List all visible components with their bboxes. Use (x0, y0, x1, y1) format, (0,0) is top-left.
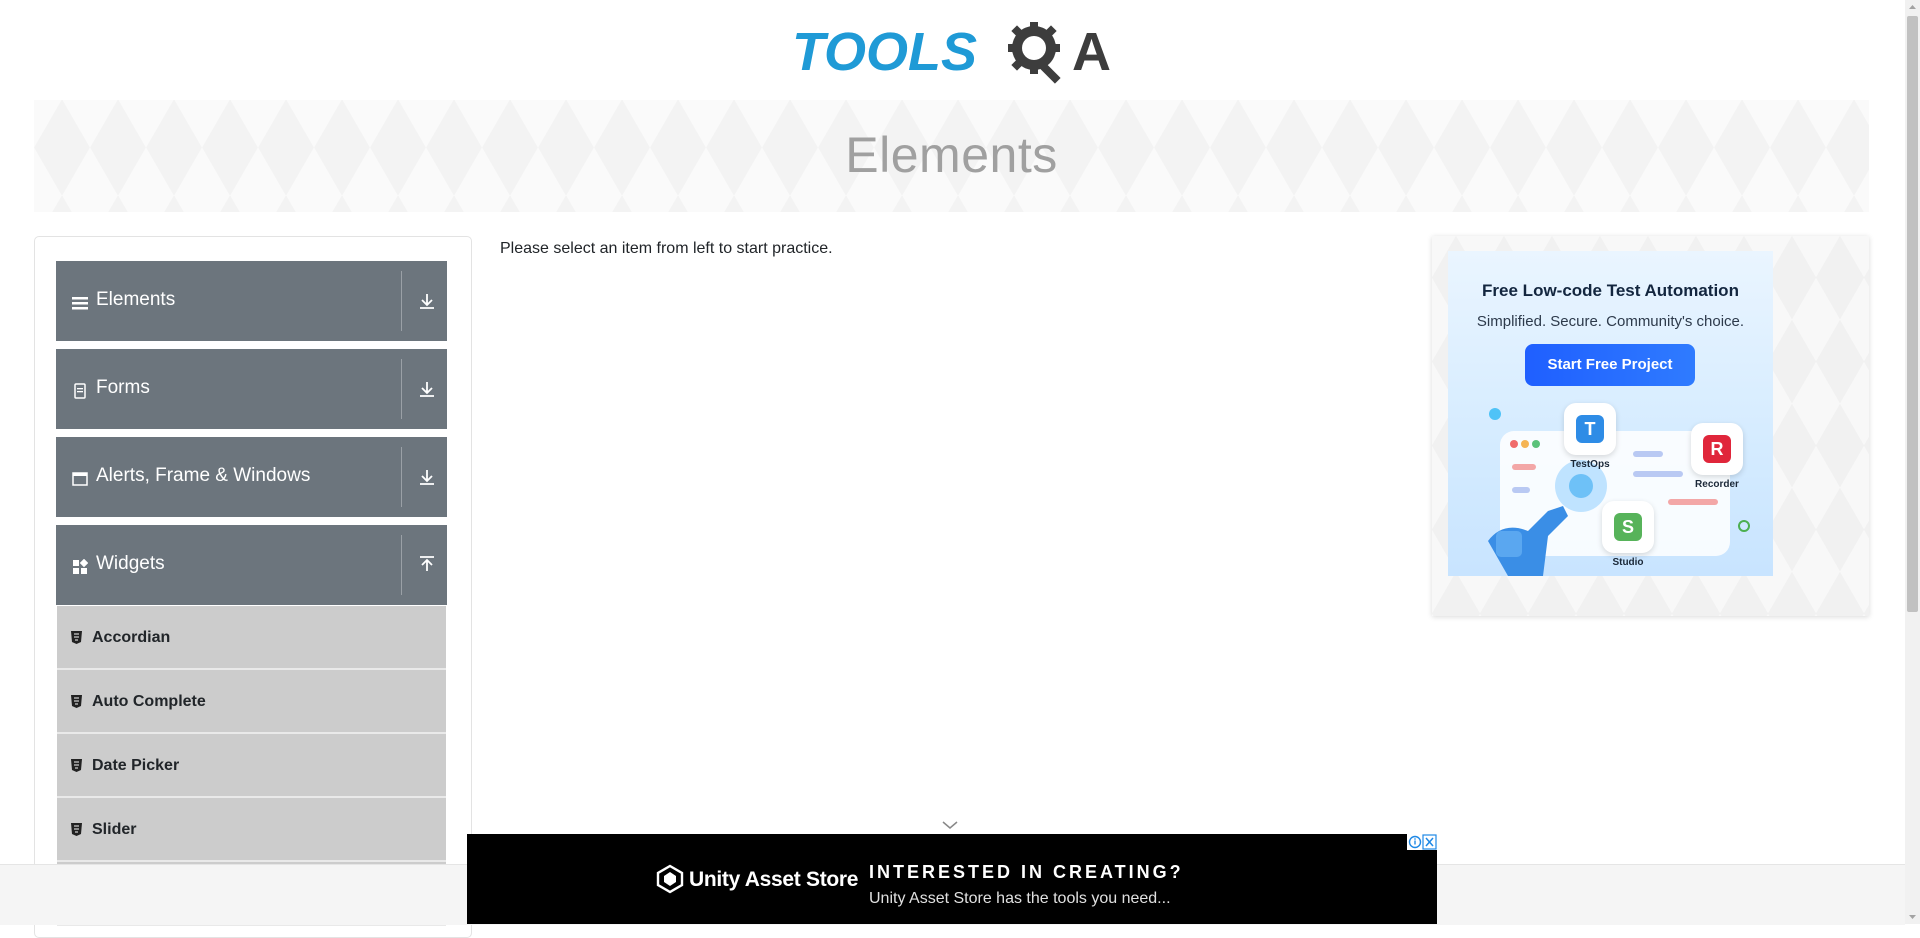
sidebar-group-alerts[interactable]: Alerts, Frame & Windows (56, 437, 447, 517)
divider (401, 359, 402, 419)
bottom-ad-banner[interactable]: Unity Asset Store INTERESTED IN CREATING… (467, 834, 1437, 924)
ad-app-recorder: R Recorder (1691, 423, 1743, 490)
sidebar-group-elements[interactable]: Elements (56, 261, 447, 341)
sidebar-group-label: Elements (96, 289, 176, 310)
page-title: Elements (845, 127, 1058, 183)
ad-headline: INTERESTED IN CREATING? (869, 862, 1184, 882)
ad-tagline: Unity Asset Store has the tools you need… (869, 890, 1171, 907)
sidebar-item-auto-complete[interactable]: Auto Complete (57, 670, 446, 734)
form-icon (74, 383, 86, 399)
sidebar-item-label: Accordian (92, 629, 171, 646)
hamburger-icon (72, 297, 88, 310)
logo-text-tools: TOOLS (792, 22, 977, 82)
sidebar-panel: Elements Forms Alerts, Frame & Windows W… (34, 236, 472, 938)
sidebar-item-slider[interactable]: Slider (57, 798, 446, 862)
divider (401, 447, 402, 507)
sidebar-group-widgets[interactable]: Widgets (56, 525, 447, 605)
page-banner: Elements (34, 100, 1869, 212)
adchoices-icon[interactable] (1407, 834, 1437, 850)
ad-app-label: TestOps (1570, 459, 1610, 470)
download-arrow-icon[interactable] (418, 467, 436, 487)
sidebar-item-accordian[interactable]: Accordian (57, 606, 446, 670)
side-ad[interactable]: Free Low-code Test Automation Simplified… (1448, 251, 1773, 576)
ad-app-studio: S Studio (1602, 501, 1654, 568)
sidebar-group-label: Widgets (96, 553, 165, 574)
download-arrow-icon[interactable] (418, 291, 436, 311)
ad-app-label: Studio (1612, 557, 1644, 568)
ad-headline: Free Low-code Test Automation (1482, 281, 1739, 300)
sidebar-item-label: Slider (92, 821, 137, 838)
divider (401, 535, 402, 595)
window-icon (72, 472, 88, 486)
unity-logo-icon (656, 864, 684, 894)
html5-icon (71, 631, 82, 644)
start-free-project-button[interactable]: Start Free Project (1525, 344, 1695, 386)
site-logo[interactable]: TOOLS A (790, 14, 1116, 92)
ad-subheadline: Simplified. Secure. Community's choice. (1476, 313, 1745, 330)
upload-arrow-icon[interactable] (418, 555, 436, 575)
sidebar-item-label: Auto Complete (92, 693, 206, 710)
logo-text-a: A (1072, 22, 1111, 82)
sidebar-group-label: Forms (96, 377, 150, 398)
ad-brand: Unity Asset Store (689, 868, 859, 891)
recorder-icon: R (1691, 423, 1743, 475)
download-arrow-icon[interactable] (418, 379, 436, 399)
studio-icon: S (1602, 501, 1654, 553)
chevron-down-icon[interactable] (942, 820, 958, 830)
ad-app-label: Recorder (1695, 479, 1739, 490)
gear-magnifier-icon (1008, 22, 1061, 84)
testops-icon: T (1564, 403, 1616, 455)
divider (401, 271, 402, 331)
scroll-up-icon[interactable] (1905, 0, 1920, 15)
sidebar-group-forms[interactable]: Forms (56, 349, 447, 429)
widgets-icon (73, 559, 88, 574)
ad-app-testops: T TestOps (1564, 403, 1616, 470)
sidebar-item-date-picker[interactable]: Date Picker (57, 734, 446, 798)
scroll-down-icon[interactable] (1905, 909, 1920, 924)
html5-icon (71, 695, 82, 708)
html5-icon (71, 823, 82, 836)
sidebar-group-label: Alerts, Frame & Windows (96, 465, 311, 486)
sidebar-item-label: Date Picker (92, 757, 180, 774)
scrollbar-thumb[interactable] (1907, 16, 1918, 612)
practice-message: Please select an item from left to start… (500, 240, 833, 257)
html5-icon (71, 759, 82, 772)
